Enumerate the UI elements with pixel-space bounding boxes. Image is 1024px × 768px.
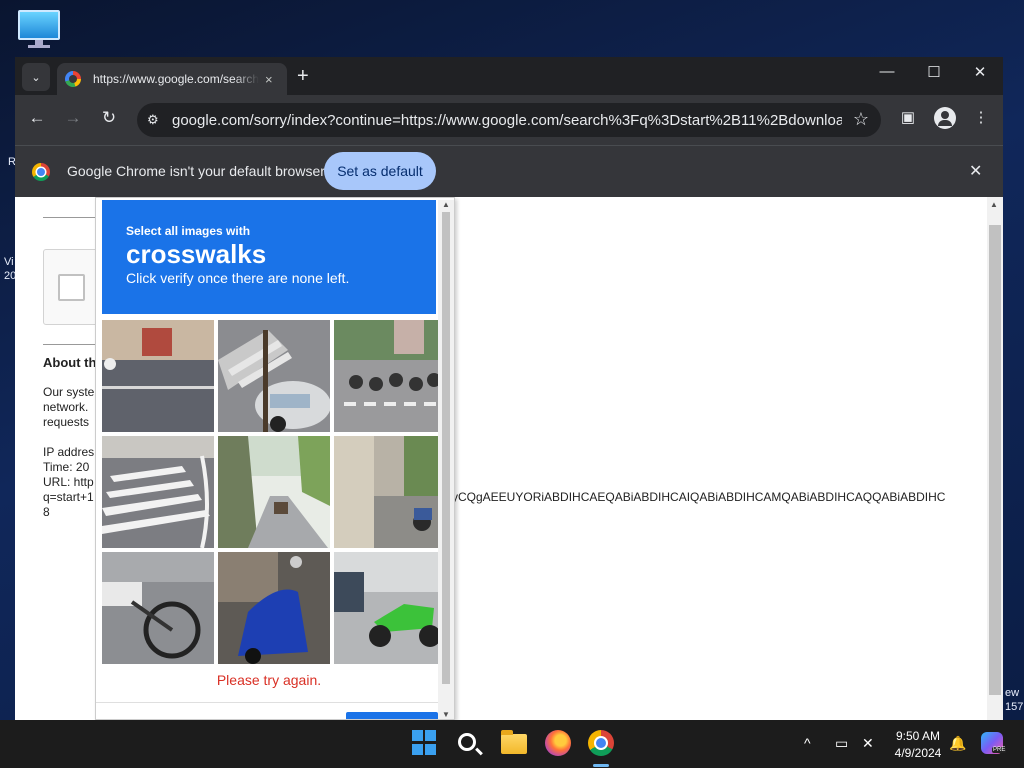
close-infobar-icon[interactable]: ✕ xyxy=(969,161,982,181)
scroll-up-icon[interactable]: ▲ xyxy=(990,200,998,209)
new-tab-icon[interactable]: + xyxy=(297,65,309,87)
reload-icon[interactable]: ↻ xyxy=(97,108,121,128)
info-line: URL: http xyxy=(43,475,94,489)
info-line: Time: 20 xyxy=(43,460,90,474)
site-info-icon[interactable]: ⚙ xyxy=(147,112,159,128)
captcha-footer-divider xyxy=(96,702,454,703)
google-favicon-icon xyxy=(65,71,81,87)
chrome-logo-icon xyxy=(32,163,50,181)
back-icon[interactable]: ← xyxy=(25,108,49,128)
captcha-tile-alley-motorcycle[interactable] xyxy=(334,436,446,548)
monitor-icon[interactable] xyxy=(18,10,60,48)
captcha-image-grid xyxy=(102,320,446,664)
menu-icon[interactable]: ⋮ xyxy=(970,108,992,126)
search-icon[interactable] xyxy=(458,733,476,751)
clock-time: 9:50 AM xyxy=(895,729,941,743)
divider xyxy=(43,344,103,345)
captcha-tile-road-trees[interactable] xyxy=(218,436,330,548)
captcha-tile-crosswalk-lines[interactable] xyxy=(102,436,214,548)
info-line: network. xyxy=(43,400,89,414)
forward-icon[interactable]: → xyxy=(61,108,85,128)
profile-avatar-icon[interactable] xyxy=(934,107,956,129)
default-browser-infobar: Google Chrome isn't your default browser… xyxy=(15,145,1003,197)
chevron-down-icon: ⌄ xyxy=(31,71,41,84)
page-scrollbar[interactable]: ▲ xyxy=(987,197,1003,720)
network-icon[interactable]: ▭ xyxy=(835,735,848,752)
chevron-up-icon[interactable]: ^ xyxy=(804,735,811,751)
captcha-instruction: Click verify once there are none left. xyxy=(126,270,350,286)
captcha-tile-car-crosswalk[interactable] xyxy=(218,320,330,432)
notification-bell-icon[interactable]: 🔔 xyxy=(949,735,966,752)
firefox-icon[interactable] xyxy=(545,730,571,756)
file-explorer-icon[interactable] xyxy=(501,730,527,754)
verify-button[interactable] xyxy=(346,712,438,719)
info-line: Our syste xyxy=(43,385,95,399)
captcha-tile-street-corner[interactable] xyxy=(102,320,214,432)
captcha-tile-scooters-crosswalk[interactable] xyxy=(334,320,446,432)
tab-search-button[interactable]: ⌄ xyxy=(22,63,50,91)
about-heading: About th xyxy=(43,355,97,370)
recaptcha-widget xyxy=(43,249,103,325)
scroll-down-icon[interactable]: ▼ xyxy=(442,710,450,719)
captcha-target: crosswalks xyxy=(126,239,267,269)
captcha-select-text: Select all images with xyxy=(126,224,251,238)
bookmark-star-icon[interactable]: ☆ xyxy=(853,109,869,130)
captcha-challenge: Select all images with crosswalks Click … xyxy=(95,197,455,720)
close-tab-icon[interactable]: × xyxy=(265,72,273,87)
url-continuation-text: yCQgAEEUYORiABDIHCAEQABiABDIHCAIQABiABDI… xyxy=(452,490,946,504)
info-line: IP addres xyxy=(43,445,95,459)
clock-date: 4/9/2024 xyxy=(894,746,942,760)
tab-strip: ⌄ https://www.google.com/search × + — ☐ … xyxy=(15,57,1003,95)
chrome-taskbar-icon[interactable] xyxy=(588,730,614,756)
info-line: q=start+1 xyxy=(43,490,94,504)
info-line: requests xyxy=(43,415,90,429)
browser-toolbar: ← → ↻ ⚙ google.com/sorry/index?continue=… xyxy=(15,95,1003,145)
recaptcha-checkbox[interactable] xyxy=(58,274,85,301)
minimize-icon[interactable]: — xyxy=(872,63,902,80)
set-as-default-button[interactable]: Set as default xyxy=(324,152,436,190)
desktop-edge-text: ew xyxy=(1005,687,1020,699)
captcha-tile-green-motorcycle[interactable] xyxy=(334,552,446,664)
desktop-edge-text: 157 xyxy=(1005,701,1024,713)
desktop-edge-text: Vi xyxy=(4,256,14,268)
address-bar[interactable]: ⚙ google.com/sorry/index?continue=https:… xyxy=(137,103,881,137)
maximize-icon[interactable]: ☐ xyxy=(919,63,949,81)
taskbar: ^ ▭ ✕ 9:50 AM 4/9/2024 🔔 PRE xyxy=(0,720,1024,768)
side-panel-icon[interactable]: ▣ xyxy=(897,108,919,126)
captcha-scrollbar[interactable]: ▲ ▼ xyxy=(438,200,454,719)
divider xyxy=(43,217,103,218)
close-window-icon[interactable]: ✕ xyxy=(965,63,995,81)
volume-muted-icon[interactable]: ✕ xyxy=(862,735,874,752)
active-app-indicator xyxy=(593,764,609,767)
scrollbar-thumb[interactable] xyxy=(442,212,450,684)
infobar-message: Google Chrome isn't your default browser xyxy=(67,163,325,179)
start-button[interactable] xyxy=(412,730,438,756)
tab-title: https://www.google.com/search xyxy=(93,72,259,86)
captcha-tile-bicycle[interactable] xyxy=(102,552,214,664)
url-text[interactable]: google.com/sorry/index?continue=https://… xyxy=(172,112,842,129)
pre-badge: PRE xyxy=(992,747,1007,753)
chrome-window: ⌄ https://www.google.com/search × + — ☐ … xyxy=(15,57,1003,720)
captcha-retry-text: Please try again. xyxy=(216,672,322,688)
captcha-tile-blue-scooter[interactable] xyxy=(218,552,330,664)
info-line: 8 xyxy=(43,505,50,519)
tab-google-search[interactable]: https://www.google.com/search × xyxy=(57,63,287,95)
clock[interactable]: 9:50 AM 4/9/2024 xyxy=(884,728,952,762)
captcha-header: Select all images with crosswalks Click … xyxy=(102,200,436,314)
scrollbar-thumb[interactable] xyxy=(989,225,1001,695)
scroll-up-icon[interactable]: ▲ xyxy=(442,200,450,209)
